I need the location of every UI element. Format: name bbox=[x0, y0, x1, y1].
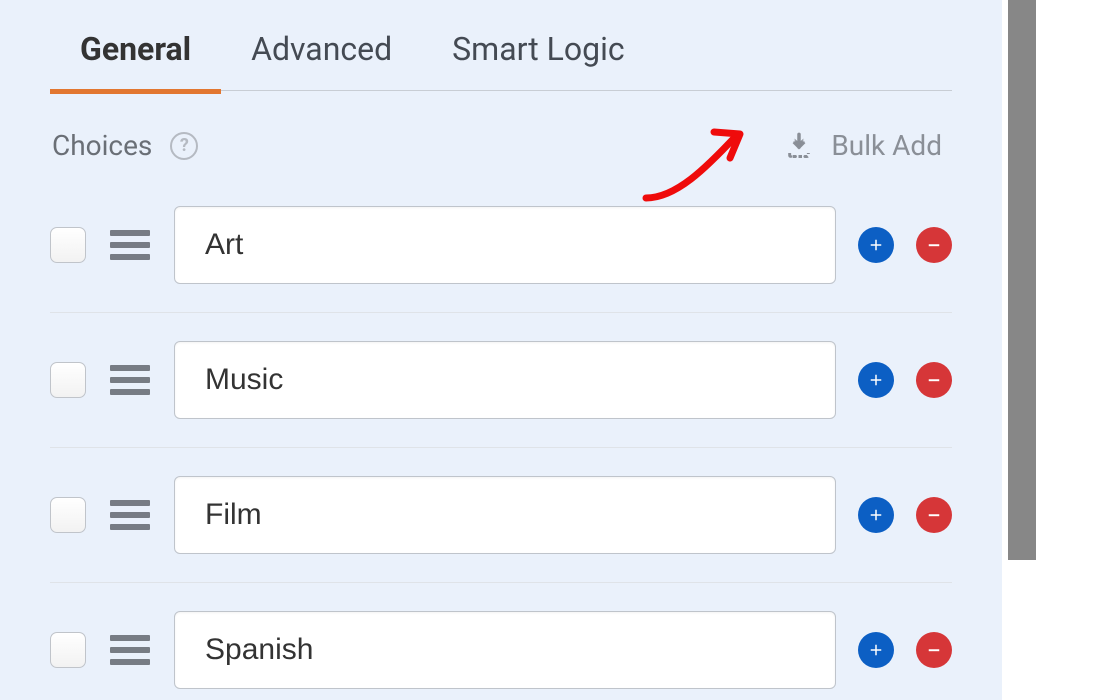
minus-icon bbox=[925, 641, 943, 659]
tab-advanced[interactable]: Advanced bbox=[251, 30, 392, 72]
remove-choice-button[interactable] bbox=[916, 632, 952, 668]
plus-icon bbox=[867, 641, 885, 659]
bulk-add-label: Bulk Add bbox=[831, 129, 942, 162]
tab-general[interactable]: General bbox=[80, 30, 191, 72]
add-choice-button[interactable] bbox=[858, 227, 894, 263]
remove-choice-button[interactable] bbox=[916, 497, 952, 533]
tabs: General Advanced Smart Logic bbox=[50, 0, 952, 91]
help-icon[interactable]: ? bbox=[170, 132, 198, 160]
choice-row bbox=[50, 178, 952, 313]
page-background bbox=[1036, 0, 1116, 700]
plus-icon bbox=[867, 506, 885, 524]
choice-default-checkbox[interactable] bbox=[50, 227, 86, 263]
drag-handle-icon[interactable] bbox=[108, 633, 152, 667]
drag-handle-icon[interactable] bbox=[108, 363, 152, 397]
settings-panel: General Advanced Smart Logic Choices ? bbox=[0, 0, 1002, 700]
plus-icon bbox=[867, 371, 885, 389]
choices-header: Choices ? Bulk Add bbox=[50, 129, 952, 178]
choice-default-checkbox[interactable] bbox=[50, 632, 86, 668]
plus-icon bbox=[867, 236, 885, 254]
add-choice-button[interactable] bbox=[858, 362, 894, 398]
choices-label: Choices bbox=[52, 129, 152, 162]
choice-input[interactable] bbox=[174, 206, 836, 284]
minus-icon bbox=[925, 371, 943, 389]
remove-choice-button[interactable] bbox=[916, 362, 952, 398]
scrollbar-thumb[interactable] bbox=[1008, 0, 1036, 560]
choice-default-checkbox[interactable] bbox=[50, 362, 86, 398]
choice-input[interactable] bbox=[174, 611, 836, 689]
remove-choice-button[interactable] bbox=[916, 227, 952, 263]
drag-handle-icon[interactable] bbox=[108, 498, 152, 532]
choice-row bbox=[50, 313, 952, 448]
bulk-add-button[interactable]: Bulk Add bbox=[785, 129, 942, 162]
minus-icon bbox=[925, 236, 943, 254]
choice-default-checkbox[interactable] bbox=[50, 497, 86, 533]
right-edge bbox=[1002, 0, 1116, 700]
drag-handle-icon[interactable] bbox=[108, 228, 152, 262]
choice-row bbox=[50, 583, 952, 700]
tab-smart-logic[interactable]: Smart Logic bbox=[452, 30, 624, 72]
choice-input[interactable] bbox=[174, 341, 836, 419]
choice-row bbox=[50, 448, 952, 583]
download-icon bbox=[785, 132, 813, 160]
add-choice-button[interactable] bbox=[858, 632, 894, 668]
choice-input[interactable] bbox=[174, 476, 836, 554]
add-choice-button[interactable] bbox=[858, 497, 894, 533]
minus-icon bbox=[925, 506, 943, 524]
